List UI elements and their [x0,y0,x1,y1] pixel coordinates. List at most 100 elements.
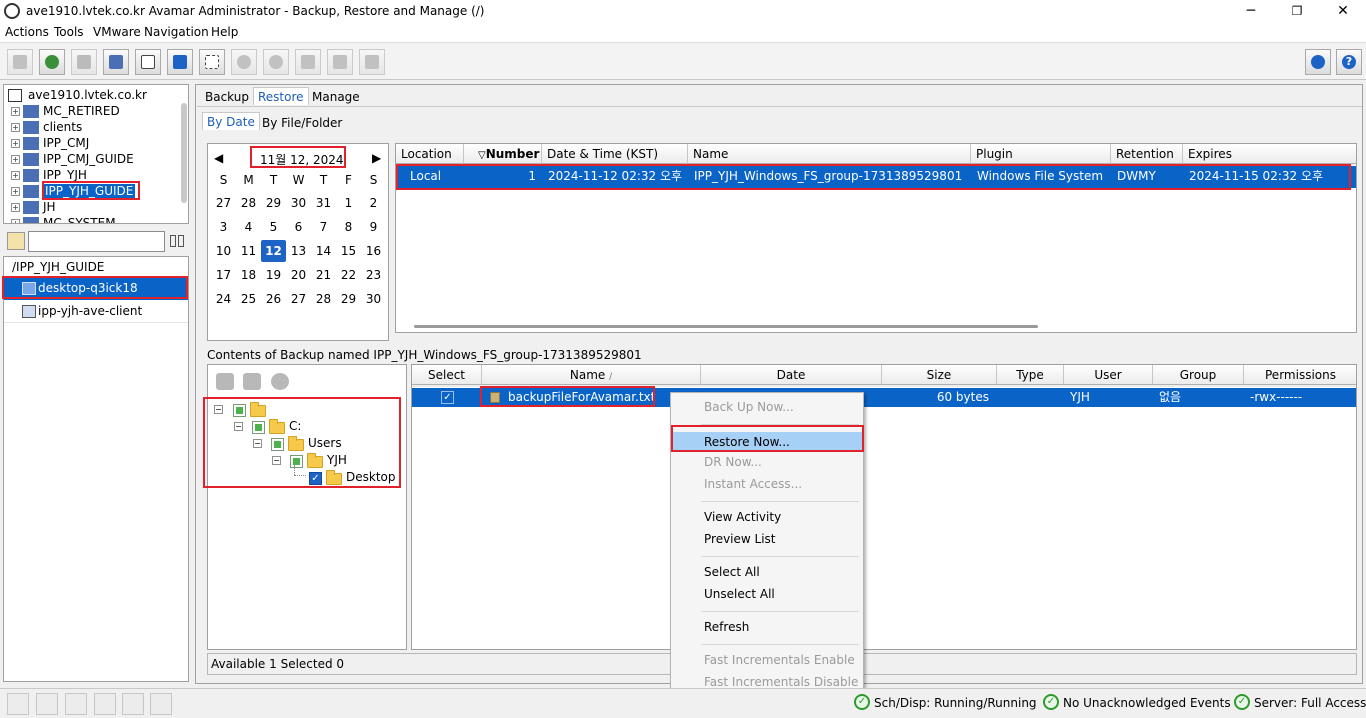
context-menu-view-activity[interactable]: View Activity [672,507,862,527]
column-header-location[interactable]: Location [396,144,464,164]
calendar-day[interactable]: 5 [261,216,286,238]
partial-check-icon[interactable] [290,455,303,468]
calendar-day[interactable]: 24 [211,288,236,310]
status-user-icon[interactable] [65,693,87,715]
maximize-button[interactable]: ❐ [1274,0,1320,23]
context-menu-preview-list[interactable]: Preview List [672,529,862,549]
column-header-retention[interactable]: Retention [1111,144,1183,164]
toolbar-policy-icon[interactable] [103,49,129,75]
menu-vmware[interactable]: VMware [93,25,141,39]
calendar-day[interactable]: 23 [361,264,386,286]
columns-icon[interactable] [168,232,186,250]
collapse-icon[interactable]: − [234,422,243,431]
calendar-day[interactable]: 9 [361,216,386,238]
calendar-day[interactable]: 30 [361,288,386,310]
column-header-number[interactable]: ▽Number [464,144,542,164]
column-header-type[interactable]: Type [997,365,1064,385]
calendar-day[interactable]: 30 [286,192,311,214]
column-header-select[interactable]: Select [412,365,482,385]
column-header-date[interactable]: Date & Time (KST) [542,144,688,164]
partial-check-icon[interactable] [252,421,265,434]
column-header-permissions[interactable]: Permissions [1244,365,1356,385]
calendar-day[interactable]: 1 [336,192,361,214]
backup-row[interactable]: Local 1 2024-11-12 02:32 오후 IPP_YJH_Wind… [396,166,1356,188]
menu-actions[interactable]: Actions [5,25,49,39]
column-header-filedate[interactable]: Date [701,365,882,385]
client-item-ipp-yjh-ave-client[interactable]: ipp-yjh-ave-client [4,301,188,323]
partial-check-icon[interactable] [271,438,284,451]
toolbar-user-icon[interactable] [327,49,353,75]
column-header-group[interactable]: Group [1153,365,1244,385]
calendar-day[interactable]: 31 [311,192,336,214]
add-icon[interactable] [216,373,234,390]
file-row[interactable]: ✓ backupFileForAvamar.txt 60 bytes YJH 없… [412,388,1356,407]
calendar-day[interactable]: 20 [286,264,311,286]
calendar-day[interactable]: 27 [211,192,236,214]
toolbar-restore-view-icon[interactable] [167,49,193,75]
calendar-day-selected[interactable]: 12 [261,240,286,262]
calendar-day[interactable]: 14 [311,240,336,262]
client-item-desktop[interactable]: desktop-q3ick18 [4,278,188,300]
toolbar-retention-icon[interactable] [295,49,321,75]
filter-icon[interactable] [7,232,25,250]
calendar-day[interactable]: 15 [336,240,361,262]
minimize-button[interactable]: ─ [1228,0,1274,23]
context-menu-refresh[interactable]: Refresh [672,617,862,637]
menu-navigation[interactable]: Navigation [144,25,209,39]
menu-help[interactable]: Help [211,25,238,39]
gear-icon[interactable] [271,373,289,390]
calendar-next-button[interactable]: ▶ [372,151,381,165]
column-header-user[interactable]: User [1064,365,1153,385]
calendar-day[interactable]: 11 [236,240,261,262]
tab-by-date[interactable]: By Date [202,112,260,130]
calendar-day[interactable]: 6 [286,216,311,238]
calendar-day[interactable]: 27 [286,288,311,310]
calendar-day[interactable]: 29 [336,288,361,310]
calendar-day[interactable]: 19 [261,264,286,286]
status-menu-icon[interactable] [94,693,116,715]
context-menu-select-all[interactable]: Select All [672,562,862,582]
status-r-icon[interactable] [150,693,172,715]
calendar-day[interactable]: 4 [236,216,261,238]
tree-scrollbar[interactable] [181,103,187,203]
calendar-day[interactable]: 28 [236,192,261,214]
remove-icon[interactable] [243,373,261,390]
help-icon[interactable]: ? [1336,49,1362,75]
collapse-icon[interactable]: − [214,405,223,414]
client-filter-input[interactable] [28,231,165,252]
calendar-day[interactable]: 17 [211,264,236,286]
calendar-day[interactable]: 25 [236,288,261,310]
column-header-size[interactable]: Size [882,365,997,385]
horizontal-scrollbar[interactable] [414,325,1038,328]
status-activity-icon[interactable] [7,693,29,715]
column-header-name[interactable]: Name [688,144,971,164]
menu-tools[interactable]: Tools [54,25,84,39]
calendar-day[interactable]: 22 [336,264,361,286]
toolbar-wizard-icon[interactable] [359,49,385,75]
refresh-icon[interactable] [1305,49,1331,75]
calendar-day[interactable]: 2 [361,192,386,214]
column-header-plugin[interactable]: Plugin [971,144,1111,164]
collapse-icon[interactable]: − [253,439,262,448]
checked-icon[interactable]: ✓ [309,472,322,485]
context-menu-unselect-all[interactable]: Unselect All [672,584,862,604]
column-header-expires[interactable]: Expires [1183,144,1356,164]
file-select-checkbox[interactable]: ✓ [441,391,454,404]
context-menu-restore-now[interactable]: Restore Now... [672,432,862,452]
calendar-day[interactable]: 8 [336,216,361,238]
partial-check-icon[interactable] [233,404,246,417]
calendar-day[interactable]: 7 [311,216,336,238]
calendar-day[interactable]: 29 [261,192,286,214]
calendar-day[interactable]: 16 [361,240,386,262]
toolbar-replication-icon[interactable] [231,49,257,75]
calendar-day[interactable]: 26 [261,288,286,310]
tab-restore[interactable]: Restore [253,87,309,105]
toolbar-manage-view-icon[interactable] [199,49,225,75]
status-sync-icon[interactable] [36,693,58,715]
tab-backup[interactable]: Backup [201,88,253,106]
toolbar-server-icon[interactable] [71,49,97,75]
calendar-day[interactable]: 18 [236,264,261,286]
toolbar-backup-icon[interactable] [39,49,65,75]
tab-manage[interactable]: Manage [308,88,364,106]
calendar-day[interactable]: 13 [286,240,311,262]
